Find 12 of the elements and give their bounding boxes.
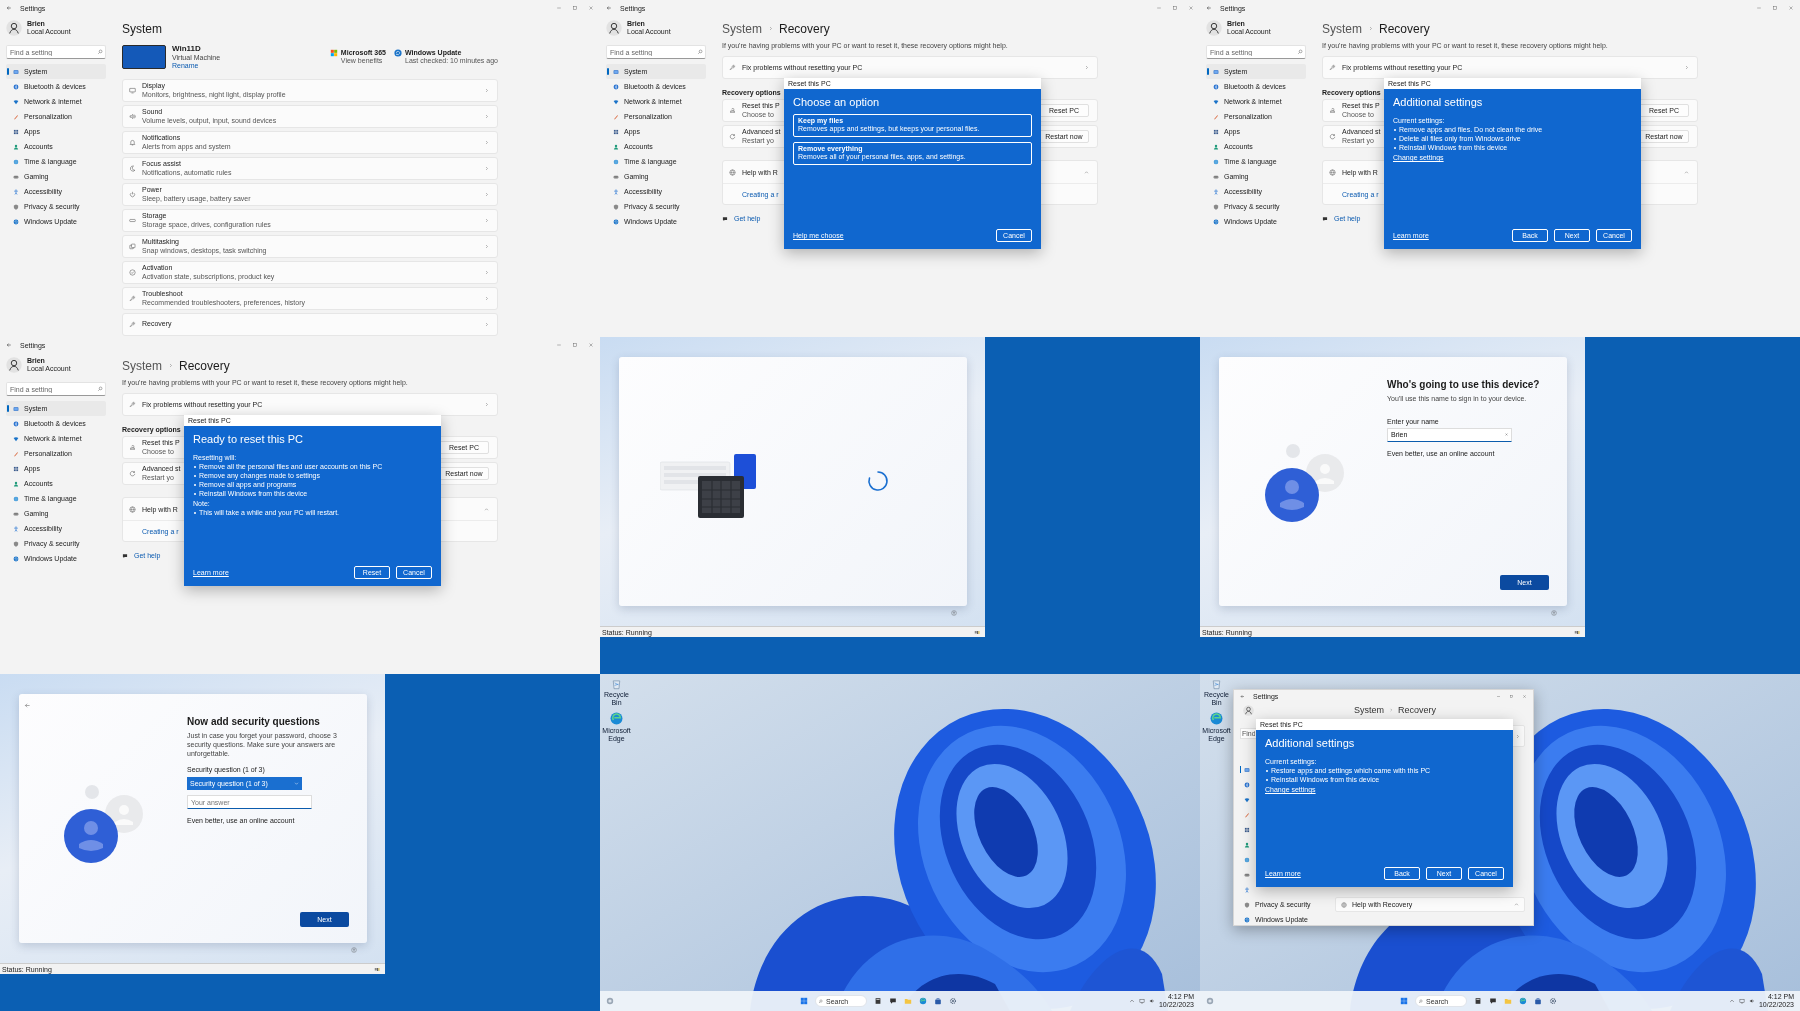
page-title: Recovery <box>1379 21 1430 36</box>
setup-title: Who's going to use this device? <box>1387 379 1540 390</box>
dialog-title: Ready to reset this PC <box>193 433 305 445</box>
page-title: Recovery <box>179 358 230 373</box>
page-title: Recovery <box>1398 705 1437 715</box>
dialog-title: Additional settings <box>1393 96 1484 108</box>
page-title: Recovery <box>779 21 830 36</box>
dialog-title: Additional settings <box>1265 737 1356 749</box>
device-name: Win11D <box>172 44 202 54</box>
setup-title: Now add security questions <box>187 716 320 727</box>
dialog-title: Choose an option <box>793 96 881 108</box>
page-title: System <box>122 21 163 36</box>
